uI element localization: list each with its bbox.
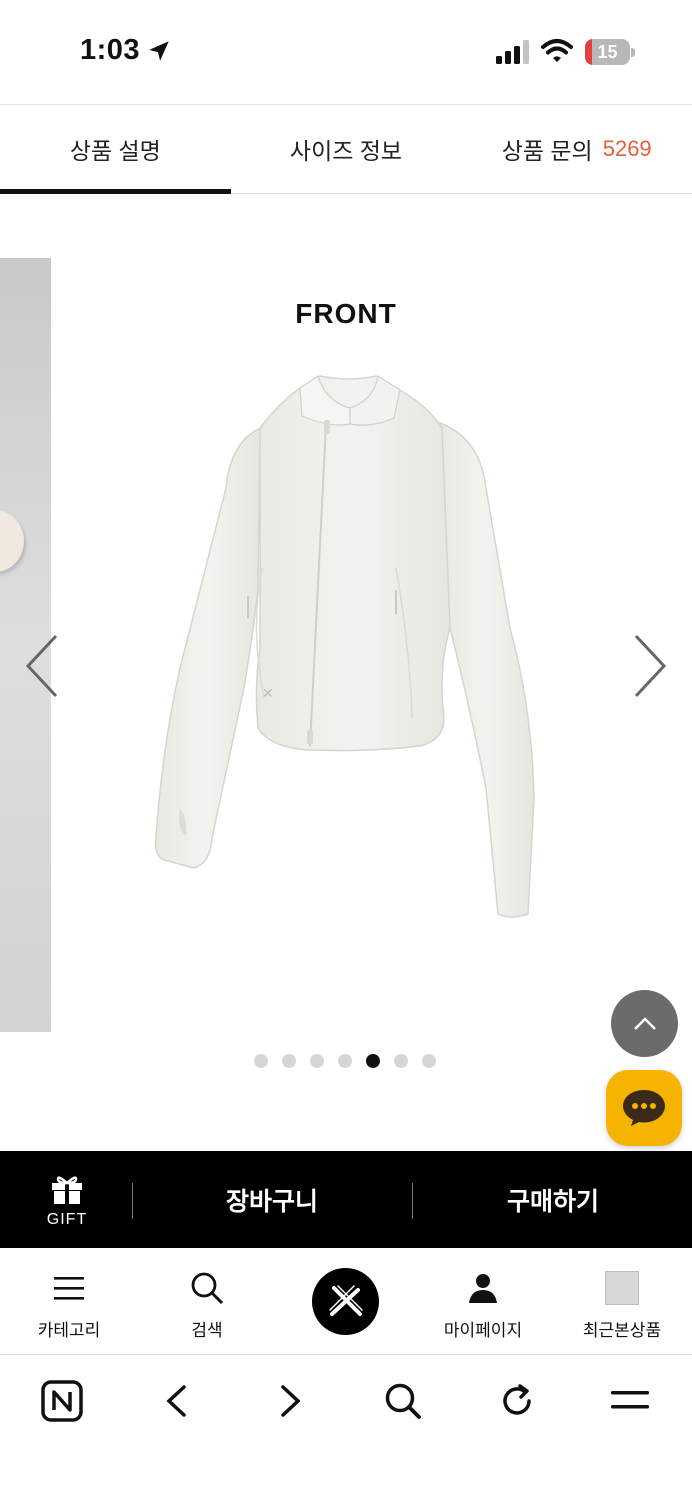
brand-logo-icon xyxy=(328,1284,363,1316)
nav-recent-label: 최근본상품 xyxy=(582,1321,662,1340)
chat-bubble-icon xyxy=(623,1090,665,1126)
pagination-dot[interactable] xyxy=(254,1054,268,1068)
pagination-dot[interactable] xyxy=(422,1054,436,1068)
gift-button[interactable]: GIFT xyxy=(30,1173,104,1229)
product-image-jacket[interactable]: ✕ xyxy=(150,368,542,920)
product-tabs: 상품 설명 사이즈 정보 상품 문의 5269 xyxy=(0,104,692,194)
pagination-dot[interactable] xyxy=(338,1054,352,1068)
chevron-up-icon xyxy=(633,1016,656,1030)
home-logo-button[interactable] xyxy=(312,1268,379,1335)
status-time: 1:03 xyxy=(80,34,141,66)
naver-n-icon xyxy=(41,1380,83,1422)
carousel-next-arrow-icon[interactable] xyxy=(630,632,670,700)
tab-label: 상품 설명 xyxy=(69,138,161,164)
purchase-bar: GIFT 장바구니 구매하기 xyxy=(0,1151,692,1248)
tab-size-info[interactable]: 사이즈 정보 xyxy=(231,105,462,193)
nav-search-label: 검색 xyxy=(191,1321,223,1340)
menu-icon xyxy=(611,1391,649,1409)
pagination-dot[interactable] xyxy=(310,1054,324,1068)
browser-back-button[interactable] xyxy=(151,1376,201,1426)
battery-percent: 15 xyxy=(597,42,618,62)
svg-text:✕: ✕ xyxy=(262,686,274,702)
reload-icon xyxy=(503,1384,531,1415)
inquiry-count: 5269 xyxy=(602,136,652,161)
nav-category[interactable]: 카테고리 xyxy=(0,1248,138,1355)
battery-indicator: 15 xyxy=(585,39,635,65)
recent-product-thumbnail xyxy=(605,1271,639,1305)
user-icon xyxy=(469,1274,497,1303)
nav-mypage[interactable]: 마이페이지 xyxy=(414,1248,552,1355)
gift-icon xyxy=(52,1176,82,1204)
browser-menu-button[interactable] xyxy=(605,1376,655,1426)
pagination-dot[interactable] xyxy=(282,1054,296,1068)
slide-title: FRONT xyxy=(295,298,397,329)
forward-icon xyxy=(281,1385,301,1417)
nav-category-label: 카테고리 xyxy=(37,1321,101,1340)
browser-toolbar xyxy=(0,1356,692,1500)
pagination-dot[interactable] xyxy=(394,1054,408,1068)
naver-home-button[interactable] xyxy=(37,1376,87,1426)
buy-now-button[interactable]: 구매하기 xyxy=(414,1151,692,1248)
add-to-cart-button[interactable]: 장바구니 xyxy=(134,1151,410,1248)
tab-label: 사이즈 정보 xyxy=(289,138,403,164)
browser-search-button[interactable] xyxy=(378,1376,428,1426)
bottom-navigation: 카테고리 검색 마이페이지 최근본상품 xyxy=(0,1248,692,1355)
tab-product-inquiry[interactable]: 상품 문의 5269 xyxy=(461,105,692,193)
nav-search[interactable]: 검색 xyxy=(138,1248,276,1355)
tab-label: 상품 문의 xyxy=(501,138,593,164)
carousel-pagination xyxy=(254,1054,436,1068)
carousel-prev-arrow-icon[interactable] xyxy=(22,632,62,700)
browser-reload-button[interactable] xyxy=(492,1376,542,1426)
hamburger-menu-icon xyxy=(54,1277,84,1300)
nav-recent-products[interactable]: 최근본상품 xyxy=(553,1248,691,1355)
browser-forward-button[interactable] xyxy=(266,1376,316,1426)
nav-mypage-label: 마이페이지 xyxy=(443,1321,523,1340)
search-icon xyxy=(385,1383,421,1419)
chat-button[interactable] xyxy=(606,1070,682,1146)
tab-product-description[interactable]: 상품 설명 xyxy=(0,105,231,194)
pagination-dot-active[interactable] xyxy=(366,1054,380,1068)
search-icon xyxy=(191,1272,224,1305)
location-arrow-icon xyxy=(149,41,169,61)
scroll-to-top-button[interactable] xyxy=(611,990,678,1057)
gift-label: GIFT xyxy=(46,1211,88,1228)
cellular-signal-icon xyxy=(496,40,529,64)
status-bar: 1:03 15 xyxy=(0,0,692,104)
wifi-icon xyxy=(541,39,573,62)
back-icon xyxy=(166,1385,186,1417)
